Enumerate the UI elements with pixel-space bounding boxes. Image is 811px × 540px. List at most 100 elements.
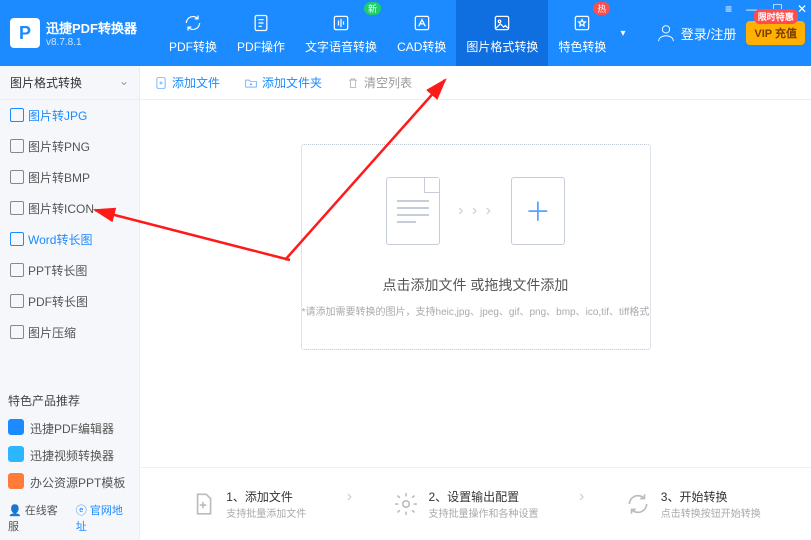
step-title: 1、添加文件: [226, 488, 306, 505]
rec-video-converter[interactable]: 迅捷视频转换器: [0, 442, 139, 469]
steps-footer: 1、添加文件支持批量添加文件 › 2、设置输出配置支持批量操作和各种设置 › 3…: [140, 467, 811, 540]
sidebar-item-label: 图片压缩: [28, 326, 76, 340]
image-icon: [491, 12, 513, 34]
nav-image-format[interactable]: 图片格式转换: [456, 0, 548, 66]
sidebar: 图片格式转换 ⌄ 图片转JPG 图片转PNG 图片转BMP 图片转ICON Wo…: [0, 66, 140, 540]
chevron-right-icon: ›: [579, 488, 584, 520]
chevron-down-icon[interactable]: ▾: [620, 28, 625, 39]
convert-icon: [625, 491, 651, 517]
gear-icon: [393, 491, 419, 517]
nav-special-convert[interactable]: 热 特色转换: [548, 0, 616, 66]
tool-label: 添加文件夹: [262, 74, 322, 91]
document-icon: [386, 177, 440, 245]
badge-new: 新: [364, 2, 381, 15]
vip-label: VIP 充值: [754, 28, 797, 40]
sidebar-title-label: 图片格式转换: [10, 76, 82, 90]
app-icon: [8, 473, 24, 489]
sidebar-item-word-longimg[interactable]: Word转长图: [0, 224, 139, 255]
clear-list-button[interactable]: 清空列表: [346, 74, 412, 91]
support-link[interactable]: 👤 在线客服: [8, 502, 66, 534]
step-title: 3、开始转换: [661, 488, 761, 505]
sidebar-section-title[interactable]: 图片格式转换 ⌄: [0, 66, 139, 100]
chevron-down-icon: ⌄: [119, 74, 129, 88]
folder-plus-icon: [244, 76, 258, 90]
rec-label: 迅捷PDF编辑器: [30, 422, 114, 436]
rec-pdf-editor[interactable]: 迅捷PDF编辑器: [0, 415, 139, 442]
add-folder-button[interactable]: 添加文件夹: [244, 74, 322, 91]
rec-label: 迅捷视频转换器: [30, 449, 114, 463]
nav-label: 文字语音转换: [305, 38, 377, 55]
hamburger-icon[interactable]: ≡: [725, 2, 732, 16]
step-2: 2、设置输出配置支持批量操作和各种设置: [393, 488, 539, 520]
sidebar-item-label: PPT转长图: [28, 264, 87, 278]
website-link[interactable]: ⓔ 官网地址: [76, 502, 131, 534]
app-icon: [8, 446, 24, 462]
badge-hot: 热: [593, 2, 610, 15]
rec-label: 办公资源PPT模板: [30, 476, 125, 490]
step-sub: 点击转换按钮开始转换: [661, 505, 761, 520]
logo-icon: P: [10, 18, 40, 48]
top-nav: PDF转换 PDF操作 新 文字语音转换 CAD转换 图片格式转换 热 特色转换…: [159, 0, 625, 66]
refresh-icon: [182, 12, 204, 34]
vip-badge: 限时特惠: [754, 9, 798, 24]
nav-label: CAD转换: [397, 38, 446, 55]
sidebar-item-label: 图片转ICON: [28, 202, 94, 216]
sidebar-footer: 👤 在线客服 ⓔ 官网地址: [0, 496, 139, 540]
login-label: 登录/注册: [681, 24, 737, 43]
main-panel: 添加文件 添加文件夹 清空列表 › › › ＋ 点击添加文件 或拖拽文件添加 *…: [140, 66, 811, 540]
chevrons-icon: › › ›: [458, 202, 493, 220]
nav-label: 图片格式转换: [466, 38, 538, 55]
login-button[interactable]: 登录/注册: [655, 22, 737, 44]
nav-pdf-convert[interactable]: PDF转换: [159, 0, 227, 66]
sidebar-item-img-png[interactable]: 图片转PNG: [0, 131, 139, 162]
nav-text-voice[interactable]: 新 文字语音转换: [295, 0, 387, 66]
vip-button[interactable]: 限时特惠 VIP 充值: [746, 21, 805, 45]
toolbar: 添加文件 添加文件夹 清空列表: [140, 66, 811, 100]
app-logo: P 迅捷PDF转换器 v8.7.8.1: [0, 18, 147, 48]
support-label: 在线客服: [8, 505, 58, 533]
cad-icon: [411, 12, 433, 34]
drop-sub-text: *请添加需要转换的图片，支持heic,jpg、jpeg、gif、png、bmp、…: [302, 303, 650, 318]
app-header: P 迅捷PDF转换器 v8.7.8.1 PDF转换 PDF操作 新 文字语音转换…: [0, 0, 811, 66]
tool-label: 清空列表: [364, 74, 412, 91]
add-file-button[interactable]: 添加文件: [154, 74, 220, 91]
step-1: 1、添加文件支持批量添加文件: [190, 488, 306, 520]
sidebar-item-label: 图片转JPG: [28, 109, 87, 123]
user-icon: [655, 22, 677, 44]
sidebar-item-img-jpg[interactable]: 图片转JPG: [0, 100, 139, 131]
sidebar-item-label: Word转长图: [28, 233, 92, 247]
step-3: 3、开始转换点击转换按钮开始转换: [625, 488, 761, 520]
sidebar-item-img-compress[interactable]: 图片压缩: [0, 317, 139, 348]
app-title: 迅捷PDF转换器: [46, 18, 137, 37]
sidebar-item-img-icon[interactable]: 图片转ICON: [0, 193, 139, 224]
drop-illustration: › › › ＋: [386, 177, 565, 245]
sidebar-recommend-title: 特色产品推荐: [0, 386, 139, 415]
nav-label: PDF转换: [169, 38, 217, 55]
sidebar-item-img-bmp[interactable]: 图片转BMP: [0, 162, 139, 193]
document-icon: [250, 12, 272, 34]
sidebar-item-label: 图片转PNG: [28, 140, 90, 154]
sidebar-item-pdf-longimg[interactable]: PDF转长图: [0, 286, 139, 317]
drop-zone[interactable]: › › › ＋ 点击添加文件 或拖拽文件添加 *请添加需要转换的图片，支持hei…: [301, 144, 651, 350]
step-sub: 支持批量操作和各种设置: [429, 505, 539, 520]
chevron-right-icon: ›: [347, 488, 352, 520]
sidebar-item-ppt-longimg[interactable]: PPT转长图: [0, 255, 139, 286]
file-plus-icon: [154, 76, 168, 90]
website-label: 官网地址: [76, 505, 123, 533]
star-icon: [571, 12, 593, 34]
drop-main-text: 点击添加文件 或拖拽文件添加: [383, 275, 569, 295]
step-sub: 支持批量添加文件: [226, 505, 306, 520]
close-icon[interactable]: ✕: [797, 2, 807, 16]
nav-label: 特色转换: [558, 38, 606, 55]
sidebar-item-label: 图片转BMP: [28, 171, 90, 185]
nav-cad-convert[interactable]: CAD转换: [387, 0, 456, 66]
plus-icon: ＋: [511, 177, 565, 245]
step-title: 2、设置输出配置: [429, 488, 539, 505]
app-version: v8.7.8.1: [46, 37, 137, 48]
sidebar-item-label: PDF转长图: [28, 295, 88, 309]
nav-pdf-operate[interactable]: PDF操作: [227, 0, 295, 66]
app-icon: [8, 419, 24, 435]
tool-label: 添加文件: [172, 74, 220, 91]
trash-icon: [346, 76, 360, 90]
rec-ppt-templates[interactable]: 办公资源PPT模板: [0, 469, 139, 496]
